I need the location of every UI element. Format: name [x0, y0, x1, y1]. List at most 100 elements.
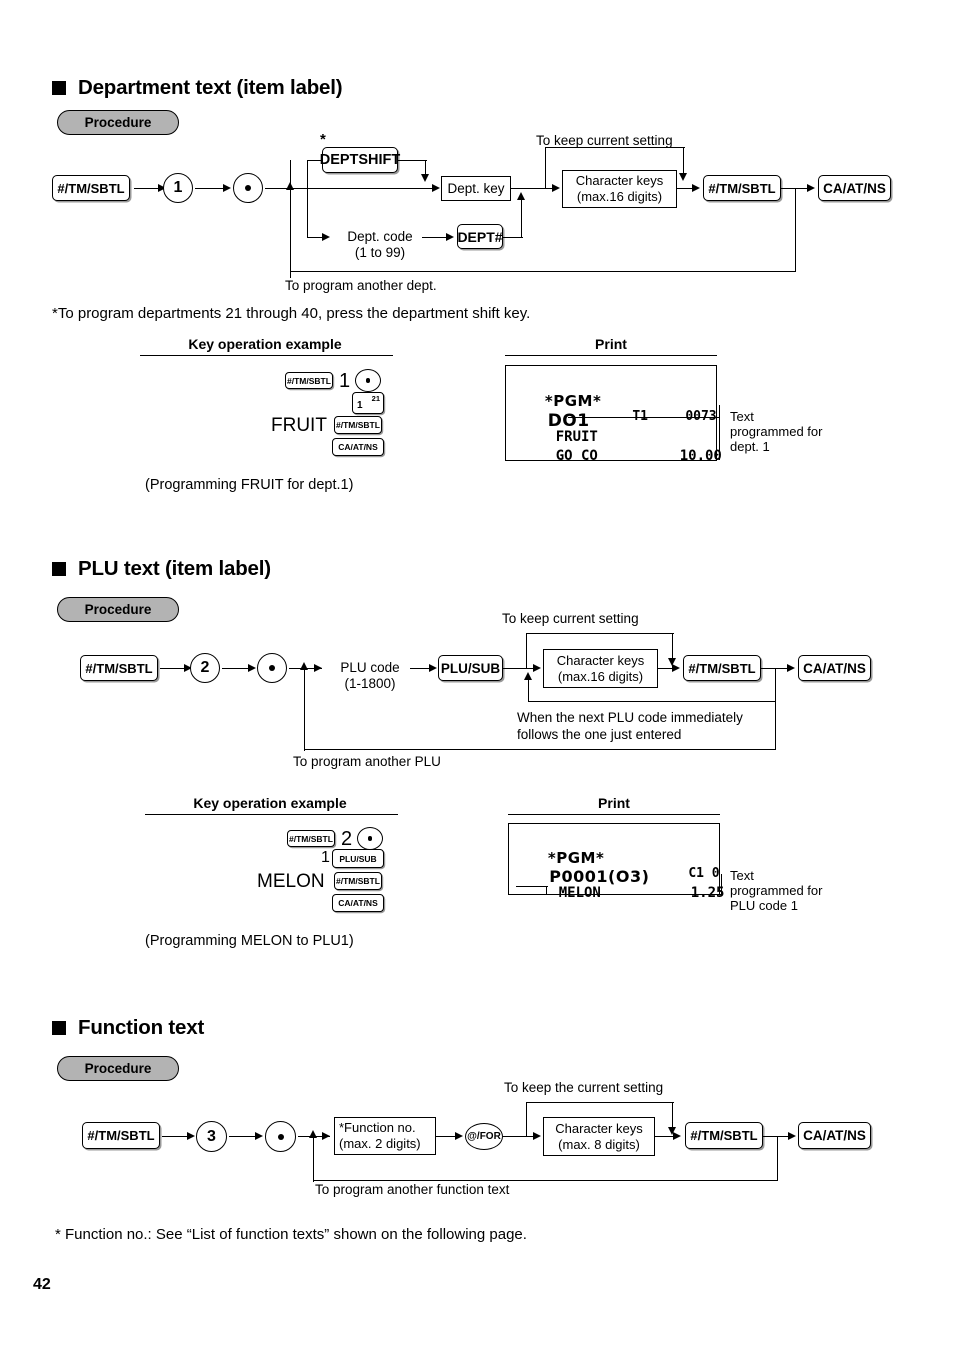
arrow-right: [673, 1131, 681, 1140]
receipt-dept: *PGM* DO1 T1 0073 FRUIT GO CO 10.00: [505, 365, 722, 464]
key-decimal-point-dept[interactable]: [233, 173, 263, 203]
arrow-right: [322, 1131, 330, 1140]
keyex-tm-sbtl-plu[interactable]: #/TM/SBTL: [287, 830, 335, 847]
keyex-decimal-point-dept[interactable]: [355, 369, 381, 392]
connector: [503, 668, 528, 669]
column-header-key-operation-dept: Key operation example: [188, 336, 342, 352]
connector: [526, 1102, 674, 1103]
arrow-right: [455, 1131, 463, 1140]
procedure-label: Procedure: [84, 115, 152, 130]
arrow-right: [322, 232, 330, 241]
callout-leader: [568, 417, 720, 418]
arrow-right: [187, 1131, 195, 1140]
keyex-ca-at-ns-plu[interactable]: CA/AT/NS: [332, 894, 384, 912]
connector: [526, 633, 527, 668]
arrow-down: [678, 173, 687, 181]
key-decimal-point-plu[interactable]: [257, 653, 287, 683]
callout-text-plu: Text programmed for PLU code 1: [730, 868, 823, 913]
dot-icon: [269, 665, 275, 671]
connector-loop: [775, 701, 776, 750]
keyex-text-melon: MELON: [257, 871, 325, 892]
node-plu-code: PLU code (1-1800): [340, 660, 400, 691]
keyex-plu-sub[interactable]: PLU/SUB: [332, 849, 384, 868]
keyex-tm-sbtl-dept[interactable]: #/TM/SBTL: [285, 372, 333, 389]
column-header-print-dept: Print: [595, 336, 627, 352]
section-heading-plu-text: PLU text (item label): [52, 557, 271, 581]
asterisk-marker: *: [320, 131, 326, 148]
column-header-key-operation-plu: Key operation example: [193, 795, 347, 811]
connector: [511, 188, 547, 189]
connector-loop: [304, 668, 305, 751]
keyex-text-fruit: FRUIT: [271, 415, 327, 436]
key-plu-sub[interactable]: PLU/SUB: [438, 655, 503, 681]
connector: [503, 1136, 528, 1137]
connector: [229, 1136, 258, 1137]
arrow-right: [446, 232, 454, 241]
keyex-ca-at-ns-dept[interactable]: CA/AT/NS: [332, 438, 384, 456]
key-deptshift[interactable]: DEPTSHIFT: [320, 147, 400, 173]
section-title: PLU text (item label): [78, 557, 271, 580]
connector: [503, 237, 523, 238]
connector: [672, 1102, 673, 1130]
node-dept-key: Dept. key: [441, 176, 511, 201]
footnote-function-no: * Function no.: See “List of function te…: [55, 1226, 527, 1243]
receipt-line-melon: MELON: [558, 885, 601, 901]
label-loop-plu: To program another PLU: [293, 754, 441, 769]
arrow-right: [533, 663, 541, 672]
key-tm-sbtl-start-dept[interactable]: #/TM/SBTL: [52, 175, 130, 201]
manual-page: Department text (item label) Procedure #…: [0, 0, 954, 1349]
connector-loop-inner: [528, 701, 776, 702]
key-decimal-point-function[interactable]: [265, 1121, 296, 1152]
keyex-digit-dept: 1: [339, 370, 351, 392]
procedure-label: Procedure: [84, 1061, 152, 1076]
page-number: 42: [33, 1276, 51, 1293]
node-character-keys-function: Character keys (max. 8 digits): [543, 1117, 655, 1156]
connector: [521, 196, 522, 237]
arrow-right: [692, 183, 700, 192]
key-at-for[interactable]: @/FOR: [465, 1123, 503, 1150]
connector: [195, 188, 225, 189]
callout-text-dept: Text programmed for dept. 1: [730, 409, 823, 454]
key-digit-1-dept[interactable]: 1: [163, 173, 193, 203]
connector: [526, 1102, 527, 1136]
keyex-tm-sbtl-confirm-plu[interactable]: #/TM/SBTL: [334, 872, 382, 890]
label-keep-current-setting-dept: To keep current setting: [536, 133, 673, 148]
arrow-up: [308, 1130, 317, 1138]
connector: [398, 160, 427, 161]
procedure-label: Procedure: [84, 602, 152, 617]
caption-key-example-dept: (Programming FRUIT for dept.1): [145, 477, 354, 493]
connector: [422, 237, 448, 238]
keyex-tm-sbtl-confirm-dept[interactable]: #/TM/SBTL: [334, 416, 382, 434]
callout-leader: [719, 405, 720, 460]
key-digit-3-function[interactable]: 3: [196, 1121, 227, 1152]
key-ca-at-ns-plu[interactable]: CA/AT/NS: [798, 655, 871, 681]
connector-loop: [777, 1136, 778, 1181]
connector-loop-inner: [528, 678, 529, 702]
rule: [140, 355, 393, 356]
label-keep-current-setting-function: To keep the current setting: [504, 1080, 664, 1095]
keyex-dept-key-1[interactable]: 1 21: [352, 392, 384, 414]
arrow-up: [299, 662, 308, 670]
key-tm-sbtl-confirm-plu[interactable]: #/TM/SBTL: [683, 655, 761, 681]
callout-leader: [516, 886, 548, 887]
section-title: Function text: [78, 1016, 205, 1039]
arrow-up: [516, 192, 525, 200]
key-tm-sbtl-confirm-function[interactable]: #/TM/SBTL: [685, 1122, 763, 1149]
footnote-dept-shift: *To program departments 21 through 40, p…: [52, 305, 531, 322]
arrow-right: [788, 1131, 796, 1140]
label-loop-dept: To program another dept.: [285, 278, 437, 293]
key-ca-at-ns-function[interactable]: CA/AT/NS: [798, 1122, 871, 1149]
key-tm-sbtl-confirm-dept[interactable]: #/TM/SBTL: [703, 175, 781, 201]
connector-loop: [290, 271, 796, 272]
connector: [307, 188, 308, 237]
callout-leader: [721, 874, 722, 895]
key-digit-2-plu[interactable]: 2: [190, 653, 220, 683]
node-character-keys-plu: Character keys (max.16 digits): [543, 649, 658, 688]
key-ca-at-ns-dept[interactable]: CA/AT/NS: [818, 175, 891, 201]
key-tm-sbtl-start-plu[interactable]: #/TM/SBTL: [80, 655, 158, 681]
key-dept-number[interactable]: DEPT#: [457, 224, 503, 249]
key-tm-sbtl-start-function[interactable]: #/TM/SBTL: [82, 1122, 160, 1149]
connector: [162, 1136, 190, 1137]
bullet-square-icon: [52, 1021, 66, 1035]
keyex-decimal-point-plu[interactable]: [357, 827, 383, 850]
